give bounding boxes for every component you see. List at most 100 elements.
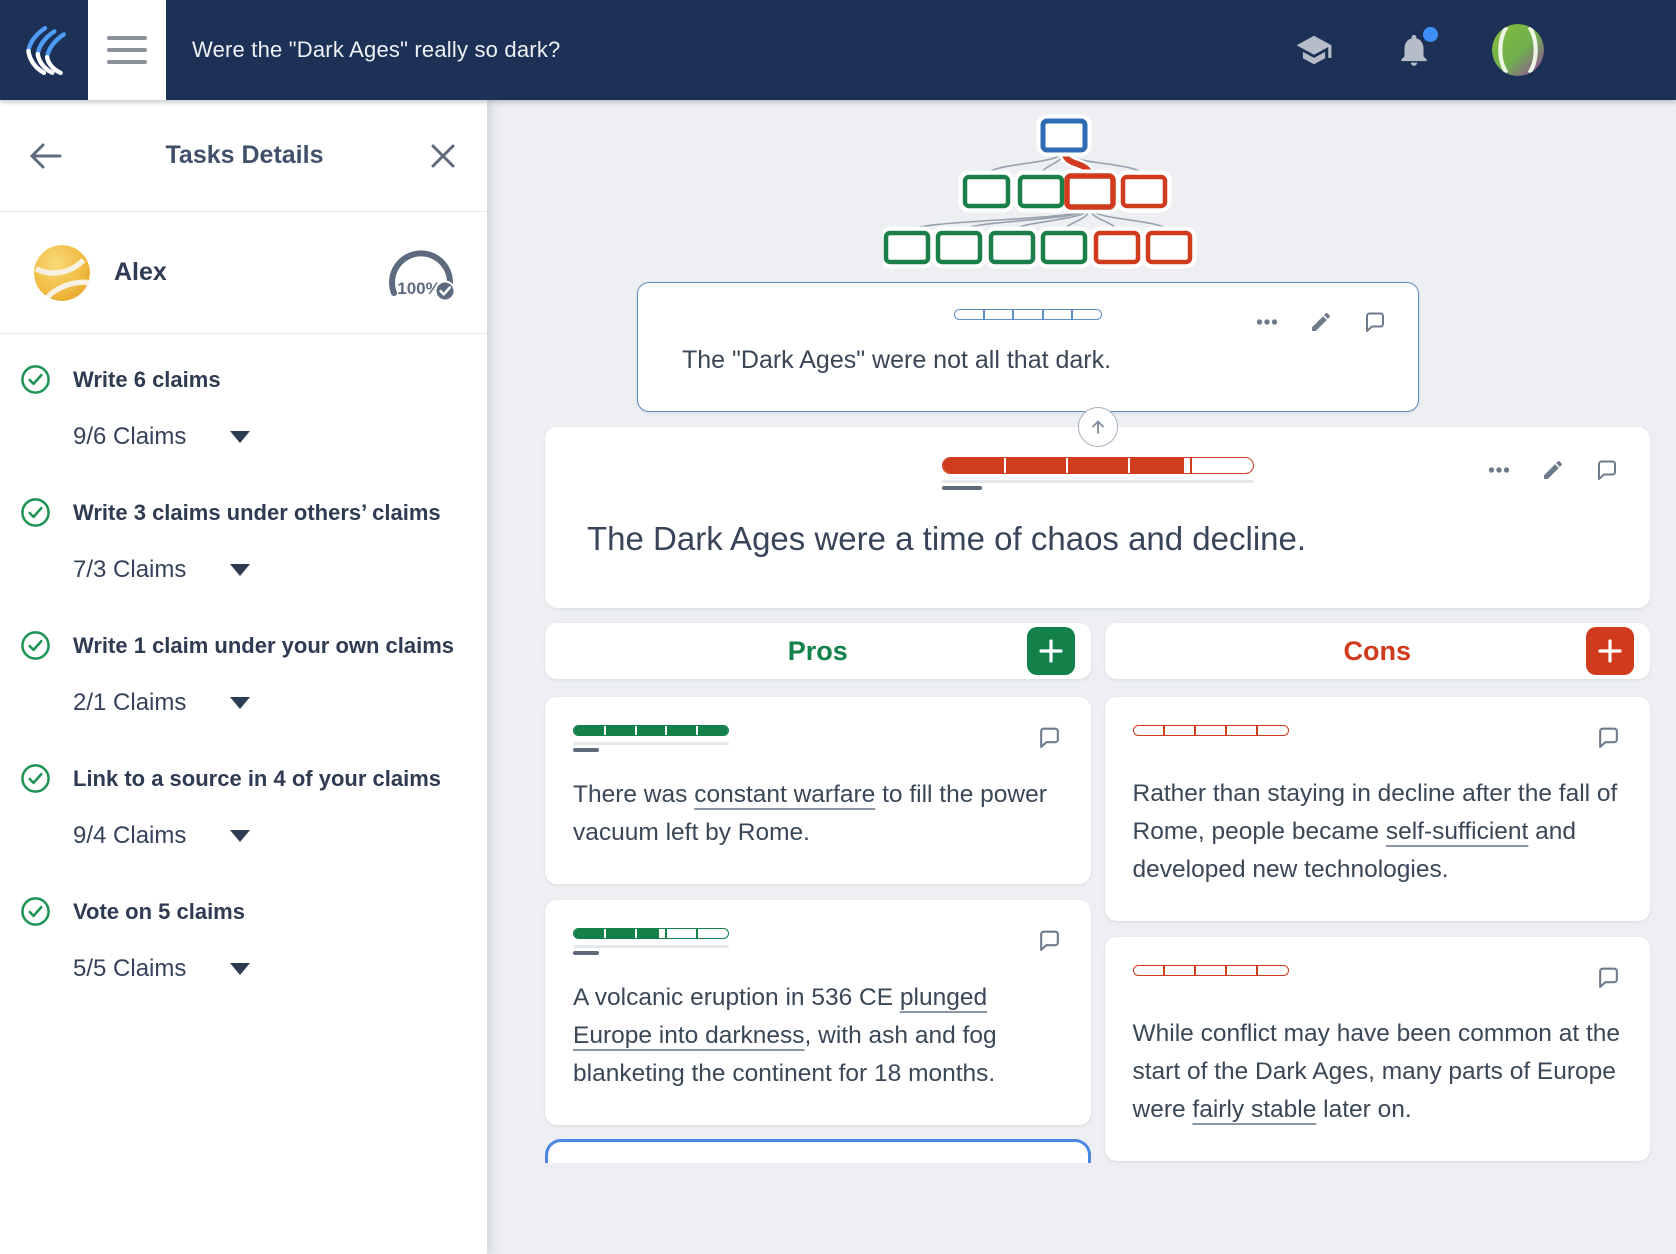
task-item: Link to a source in 4 of your claims 9/4… [20,763,467,850]
more-options-icon[interactable] [1486,457,1512,483]
task-list: Write 6 claims 9/6 Claims Write 3 claims… [0,334,487,983]
comment-icon[interactable] [1596,725,1622,751]
notifications-bell-icon[interactable] [1392,27,1438,72]
thesis-card[interactable]: The "Dark Ages" were not all that dark. [637,282,1419,412]
con-claim-text: While conflict may have been common at t… [1132,1020,1621,1123]
comment-icon[interactable] [1362,309,1388,335]
pros-column: Pros There was constant warfare to fill … [545,623,1091,1163]
task-complete-icon [21,498,50,527]
task-item: Write 1 claim under your own claims 2/1 … [20,630,467,717]
chevron-down-icon [230,564,251,576]
tasks-panel: Tasks Details Alex 100% Write 6 claims 9… [0,100,487,1254]
edit-pencil-icon[interactable] [1540,457,1566,483]
pro-claim-card[interactable]: There was constant warfare to fill the p… [545,697,1091,884]
back-button[interactable] [24,134,68,178]
chevron-down-icon [230,431,251,443]
task-count: 9/6 Claims [73,423,187,450]
pro-claim-text: There was constant warfare to fill the p… [573,781,1047,846]
user-progress-row: Alex 100% [0,212,487,334]
discussion-title: Were the "Dark Ages" really so dark? [192,37,561,62]
task-count-toggle[interactable]: 9/6 Claims [73,423,467,451]
kialo-logo-icon [26,26,66,76]
comment-icon[interactable] [1594,457,1620,483]
task-item: Write 3 claims under others’ claims 7/3 … [20,497,467,584]
menu-block [88,0,166,100]
progress-value: 100% [397,279,440,298]
more-options-icon[interactable] [1254,309,1280,335]
close-icon [431,144,455,167]
task-title: Vote on 5 claims [73,898,245,924]
task-count: 9/4 Claims [73,822,187,849]
plus-icon [1598,639,1622,663]
pro-vote-bar[interactable] [573,725,729,736]
back-arrow-icon [29,143,62,168]
task-title: Write 3 claims under others’ claims [73,499,441,525]
comment-icon[interactable] [1596,965,1622,991]
task-title: Link to a source in 4 of your claims [73,765,441,791]
cons-column: Cons Rather than staying in decline afte… [1104,623,1650,1161]
task-count: 5/5 Claims [73,955,187,982]
discussion-area: The "Dark Ages" were not all that dark. [487,100,1676,1254]
con-vote-bar[interactable] [1132,725,1289,736]
close-button[interactable] [421,134,465,178]
task-count-toggle[interactable]: 2/1 Claims [73,689,467,717]
pros-label: Pros [787,635,848,666]
task-count-toggle[interactable]: 7/3 Claims [73,556,467,584]
chevron-down-icon [230,830,251,842]
pro-claim-card[interactable]: A volcanic eruption in 536 CE plunged Eu… [545,900,1091,1125]
hamburger-menu-icon[interactable] [107,36,147,64]
task-title: Write 1 claim under your own claims [73,632,455,658]
task-count: 7/3 Claims [73,556,187,583]
minimap-active-node [1064,173,1116,210]
pros-header: Pros [545,623,1091,679]
con-vote-bar[interactable] [1132,965,1289,976]
chevron-down-icon [230,697,251,709]
comment-icon[interactable] [1037,725,1063,751]
claim-text: The Dark Ages were a time of chaos and d… [587,520,1307,557]
vote-subtrack [941,480,1254,483]
chevron-down-icon [230,963,251,975]
minimap-thesis-node [1040,118,1088,153]
claim-vote-bar[interactable] [941,457,1254,474]
top-bar: Were the "Dark Ages" really so dark? [0,0,1676,100]
task-complete-icon [21,365,50,394]
app-logo[interactable] [0,0,88,100]
con-claim-text: Rather than staying in decline after the… [1132,780,1618,883]
task-title: Write 6 claims [73,366,221,392]
task-item: Write 6 claims 9/6 Claims [20,364,467,451]
progress-gauge: 100% [389,249,456,301]
school-cap-icon[interactable] [1292,28,1336,72]
cons-header: Cons [1104,623,1650,679]
task-item: Vote on 5 claims 5/5 Claims [20,896,467,983]
panel-title: Tasks Details [165,141,324,169]
user-name: Alex [114,258,167,286]
discussion-minimap[interactable] [545,114,1650,280]
pro-vote-bar[interactable] [573,928,729,939]
comment-icon[interactable] [1037,928,1063,954]
cons-label: Cons [1343,635,1412,666]
task-count: 2/1 Claims [73,689,187,716]
user-avatar[interactable] [1492,24,1544,76]
add-con-button[interactable] [1586,627,1634,675]
notification-dot [1423,27,1438,42]
task-count-toggle[interactable]: 9/4 Claims [73,822,467,850]
source-link[interactable]: constant warfare [694,781,875,808]
task-complete-icon [21,897,50,926]
edit-pencil-icon[interactable] [1308,309,1334,335]
vote-subdash [941,486,982,490]
pro-claim-text: A volcanic eruption in 536 CE plunged Eu… [573,984,997,1087]
avatar [34,244,90,301]
con-claim-card[interactable]: While conflict may have been common at t… [1104,937,1650,1161]
source-link[interactable]: fairly stable [1192,1096,1316,1123]
con-claim-card[interactable]: Rather than staying in decline after the… [1104,697,1650,921]
add-pro-button[interactable] [1026,627,1075,675]
task-count-toggle[interactable]: 5/5 Claims [73,955,467,983]
selected-claim-card[interactable]: The Dark Ages were a time of chaos and d… [545,407,1650,608]
thesis-vote-bar[interactable] [954,309,1102,320]
new-claim-editor[interactable] [545,1139,1091,1163]
source-link[interactable]: self-sufficient [1386,818,1529,845]
go-to-parent-button[interactable] [1077,407,1118,447]
plus-icon [1038,639,1063,663]
task-complete-icon [21,764,50,793]
arrow-up-icon [1091,420,1104,434]
